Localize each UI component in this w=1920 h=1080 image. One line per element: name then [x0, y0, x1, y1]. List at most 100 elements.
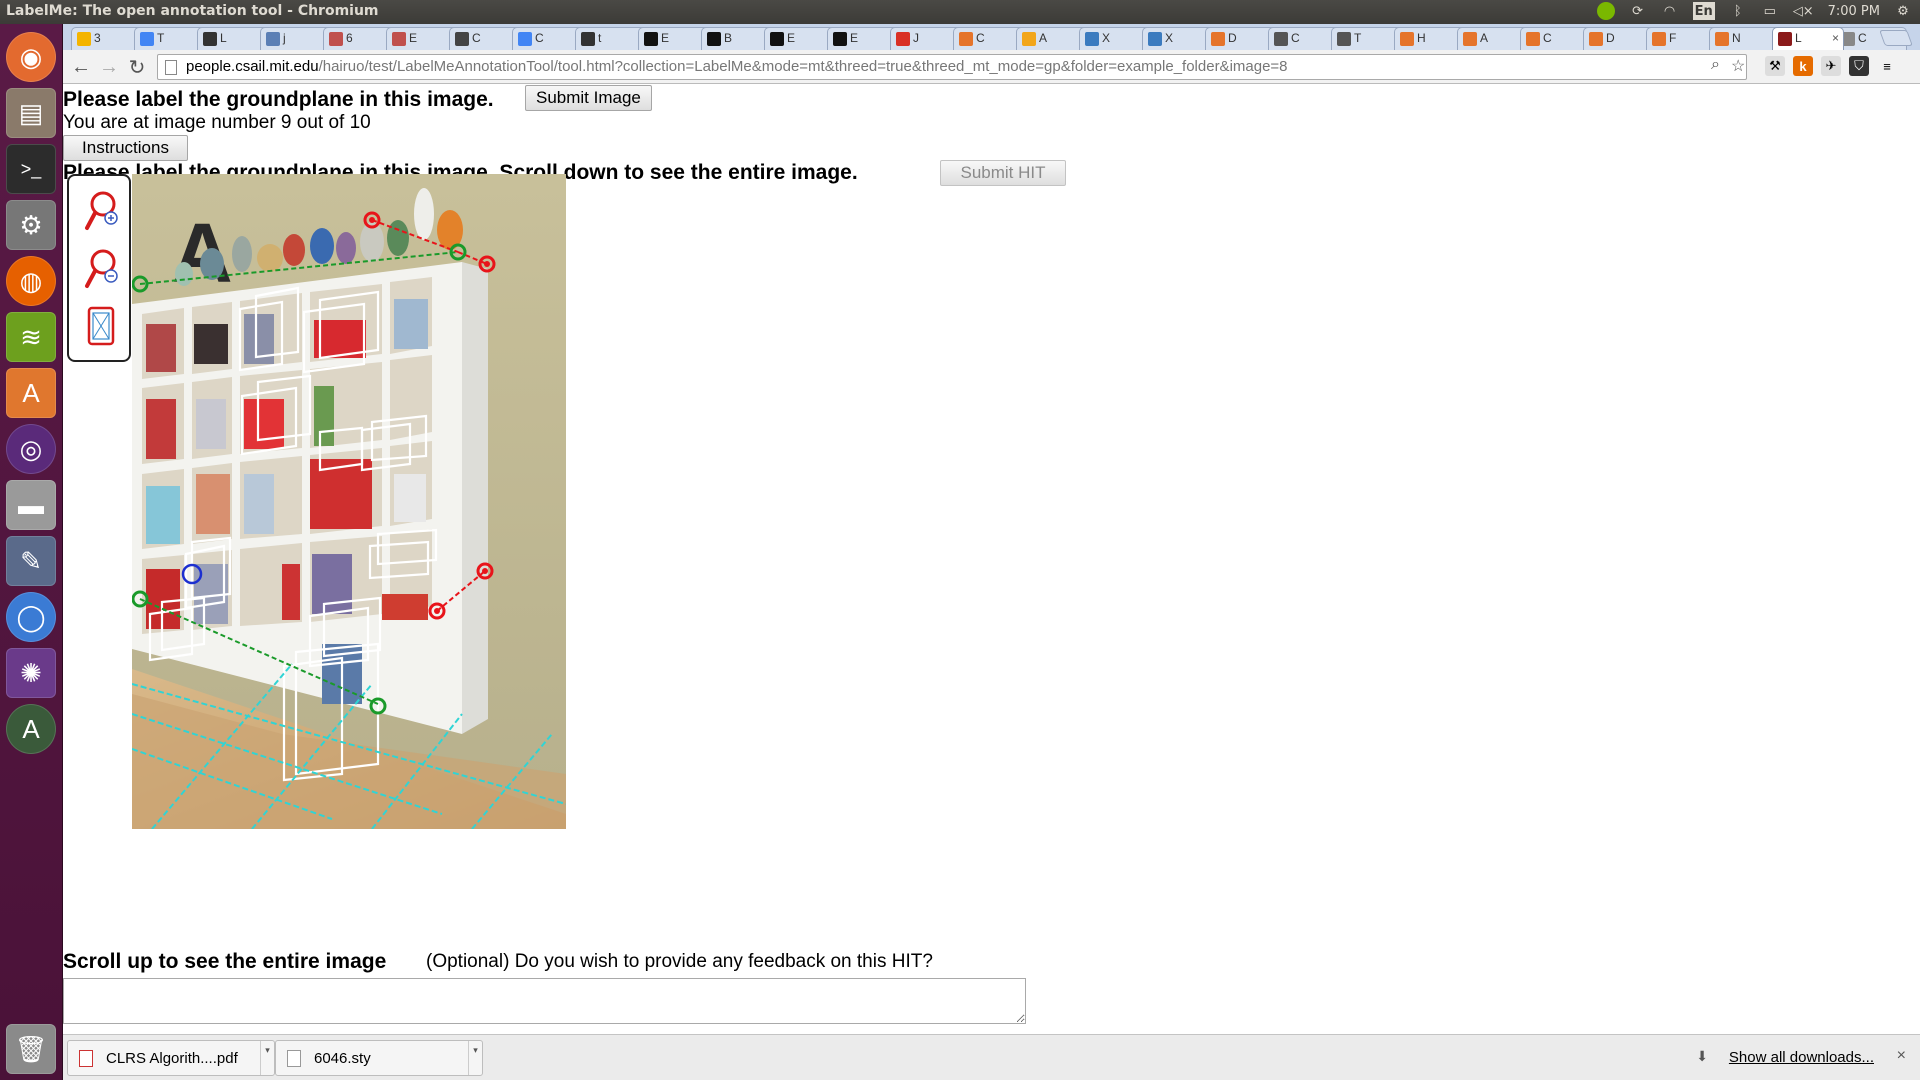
tab-favicon-icon — [1211, 32, 1225, 46]
feedback-textarea[interactable] — [63, 978, 1026, 1024]
download-item-pdf[interactable]: CLRS Algorith....pdf ▾ — [67, 1040, 275, 1076]
document-file-icon — [287, 1050, 301, 1067]
trash-icon[interactable]: 🗑 — [6, 1024, 56, 1074]
shotwell-icon[interactable]: ✺ — [6, 648, 56, 698]
page-content: Please label the groundplane in this ima… — [63, 84, 1920, 1034]
annotation-canvas[interactable]: A — [132, 174, 566, 829]
disk-drive-icon[interactable]: ▬ — [6, 480, 56, 530]
fit-to-window-icon[interactable] — [83, 304, 119, 348]
tab-title: L — [220, 31, 227, 45]
browser-tab[interactable]: C — [512, 27, 584, 50]
reload-icon[interactable]: ↻ — [125, 55, 149, 79]
submit-image-button[interactable]: Submit Image — [525, 85, 652, 111]
text-editor-icon[interactable]: ✎ — [6, 536, 56, 586]
tab-favicon-icon — [1148, 32, 1162, 46]
ubuntu-dash-icon[interactable]: ◉ — [6, 32, 56, 82]
browser-tab[interactable]: X — [1142, 27, 1214, 50]
keyboard-layout-indicator[interactable]: En — [1692, 2, 1715, 20]
kindle-extension-icon[interactable]: k — [1793, 56, 1813, 76]
terminal-icon[interactable]: >_ — [6, 144, 56, 194]
extension-icon[interactable]: ⚒ — [1765, 56, 1785, 76]
download-item-sty[interactable]: 6046.sty ▾ — [275, 1040, 483, 1076]
browser-tab[interactable]: D — [1205, 27, 1277, 50]
settings-gear-icon[interactable]: ⚙ — [1894, 2, 1912, 20]
tab-title: E — [787, 31, 796, 45]
tab-close-icon[interactable]: × — [1832, 31, 1839, 45]
forward-arrow-icon[interactable]: → — [97, 55, 121, 79]
browser-tab[interactable]: C — [449, 27, 521, 50]
browser-tab[interactable]: E — [386, 27, 458, 50]
tab-title: X — [1165, 31, 1174, 45]
tab-favicon-icon — [1085, 32, 1099, 46]
tab-favicon-icon — [707, 32, 721, 46]
bookmark-star-icon[interactable]: ☆ — [1731, 56, 1745, 76]
tab-favicon-icon — [1526, 32, 1540, 46]
svg-text:A: A — [172, 206, 233, 300]
clock[interactable]: 7:00 PM — [1828, 2, 1880, 20]
browser-tab[interactable]: E — [638, 27, 710, 50]
browser-tab[interactable]: T — [1331, 27, 1403, 50]
extension-badge-icon[interactable]: ✈ — [1821, 56, 1841, 76]
close-downloads-bar-icon[interactable]: × — [1897, 1047, 1906, 1065]
browser-tab[interactable]: L — [197, 27, 269, 50]
browser-tab[interactable]: L × — [1772, 27, 1844, 50]
browser-tab[interactable]: 3 — [71, 27, 143, 50]
download-menu-chevron-icon[interactable]: ▾ — [468, 1041, 482, 1075]
battery-icon[interactable]: ▭ — [1761, 2, 1779, 20]
browser-tab[interactable]: E — [827, 27, 899, 50]
zoom-toolbox — [67, 174, 131, 362]
software-updater-icon[interactable]: A — [6, 704, 56, 754]
zoom-magnifier-icon[interactable]: ⌕ — [1711, 56, 1720, 74]
system-settings-icon[interactable]: ⚙ — [6, 200, 56, 250]
browser-tab[interactable]: A — [1016, 27, 1088, 50]
volume-icon[interactable]: ◁× — [1793, 2, 1814, 20]
zoom-out-icon[interactable] — [83, 246, 119, 290]
unity-tweak-icon[interactable]: ◎ — [6, 424, 56, 474]
wifi-icon[interactable]: ◠ — [1661, 2, 1679, 20]
browser-tab[interactable]: E — [764, 27, 836, 50]
url-path: /hairuo/test/LabelMeAnnotationTool/tool.… — [318, 58, 1288, 75]
annotated-bookshelf-image[interactable]: A — [132, 174, 566, 829]
tab-title: 6 — [346, 31, 353, 45]
browser-tab[interactable]: 6 — [323, 27, 395, 50]
browser-tab[interactable]: C — [1268, 27, 1340, 50]
tab-favicon-icon — [140, 32, 154, 46]
submit-hit-button[interactable]: Submit HIT — [940, 160, 1066, 186]
tab-title: D — [1606, 31, 1615, 45]
address-bar[interactable]: people.csail.mit.edu/hairuo/test/LabelMe… — [157, 54, 1747, 80]
browser-tab[interactable]: X — [1079, 27, 1151, 50]
browser-tab[interactable]: j — [260, 27, 332, 50]
browser-tab-strip: 3 T Lj 6 E C Ct E B E E J C A X X D C T H A C D F N L × C — [63, 24, 1920, 50]
download-menu-chevron-icon[interactable]: ▾ — [260, 1041, 274, 1075]
spotify-icon[interactable]: ≋ — [6, 312, 56, 362]
spotify-tray-icon[interactable] — [1596, 2, 1615, 20]
browser-tab[interactable]: D — [1583, 27, 1655, 50]
browser-tab[interactable]: C — [1520, 27, 1592, 50]
instructions-button[interactable]: Instructions — [63, 135, 188, 161]
tab-title: A — [1480, 31, 1489, 45]
files-icon[interactable]: ▤ — [6, 88, 56, 138]
browser-tab[interactable]: N — [1709, 27, 1781, 50]
show-all-downloads-link[interactable]: Show all downloads... — [1729, 1049, 1874, 1066]
browser-tab[interactable]: J — [890, 27, 962, 50]
firefox-icon[interactable]: ◍ — [6, 256, 56, 306]
sync-icon[interactable]: ⟳ — [1629, 2, 1647, 20]
browser-tab[interactable]: B — [701, 27, 773, 50]
pocket-extension-icon[interactable]: ⛉ — [1849, 56, 1869, 76]
menu-hamburger-icon[interactable]: ≡ — [1877, 56, 1897, 76]
browser-tab[interactable]: F — [1646, 27, 1718, 50]
bluetooth-icon[interactable]: ᛒ — [1729, 2, 1747, 20]
software-center-icon[interactable]: A — [6, 368, 56, 418]
tab-favicon-icon — [644, 32, 658, 46]
browser-tab[interactable]: H — [1394, 27, 1466, 50]
browser-tab[interactable]: t — [575, 27, 647, 50]
tab-favicon-icon — [1400, 32, 1414, 46]
url-host: people.csail.mit.edu — [186, 58, 319, 75]
new-tab-button[interactable] — [1879, 30, 1913, 46]
browser-tab[interactable]: T — [134, 27, 206, 50]
browser-tab[interactable]: C — [953, 27, 1025, 50]
zoom-in-icon[interactable] — [83, 188, 119, 232]
chromium-icon[interactable]: ◯ — [6, 592, 56, 642]
back-arrow-icon[interactable]: ← — [69, 55, 93, 79]
browser-tab[interactable]: A — [1457, 27, 1529, 50]
